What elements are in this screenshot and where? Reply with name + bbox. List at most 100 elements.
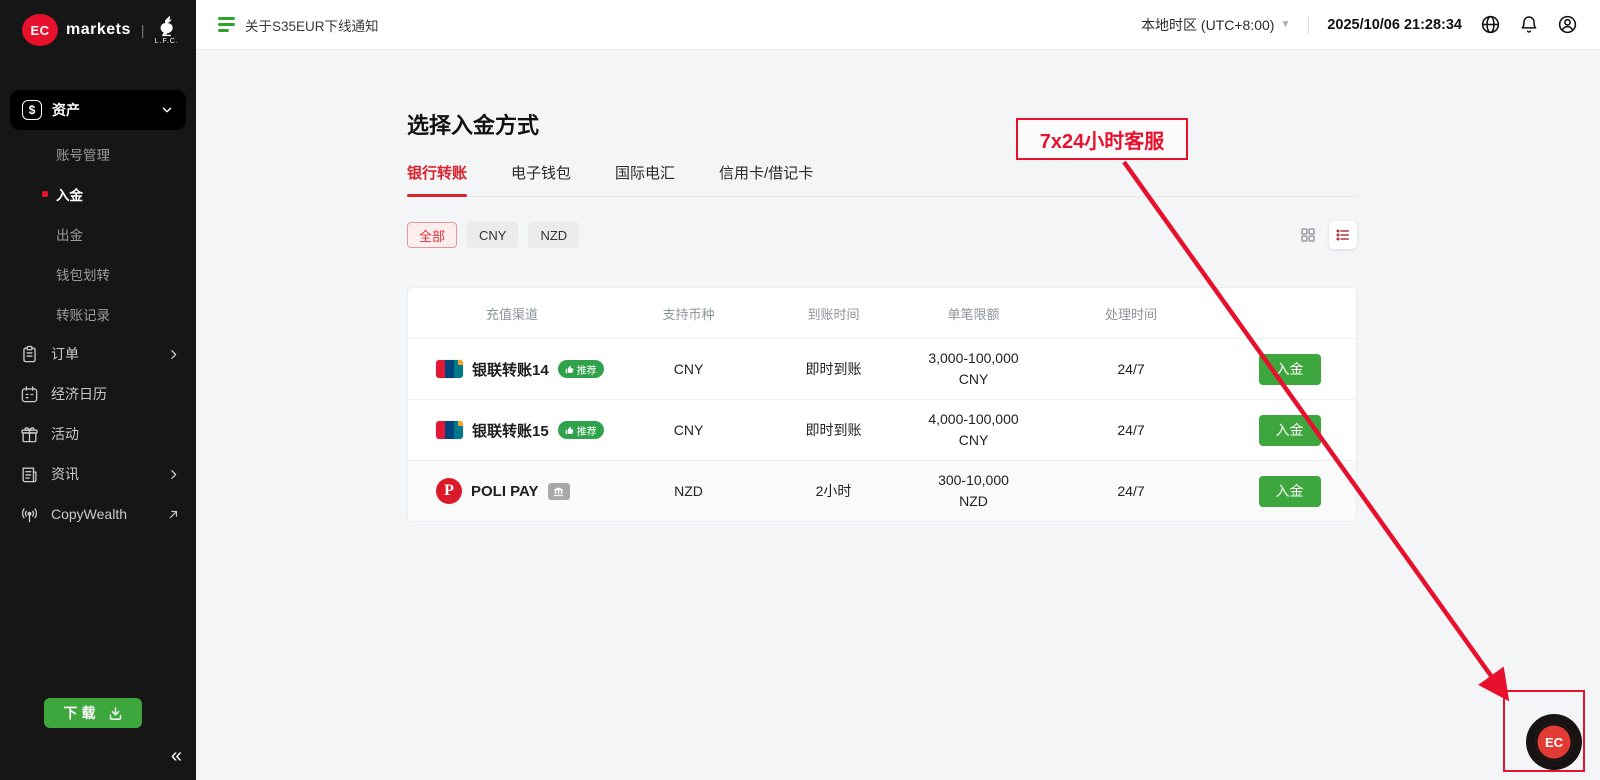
sidebar-item-label: 经济日历 xyxy=(51,384,180,404)
news-icon xyxy=(20,465,39,484)
list-view-icon[interactable] xyxy=(1329,221,1357,249)
sidebar-item-withdraw[interactable]: 出金 xyxy=(0,214,196,254)
bank-building-icon xyxy=(553,486,564,497)
sidebar-collapse-button[interactable]: « xyxy=(171,746,182,766)
limit-cell: 3,000-100,000 CNY xyxy=(906,348,1041,390)
limit-cell: 300-10,000 NZD xyxy=(906,470,1041,512)
channel-name: 银联转账15 xyxy=(472,420,549,441)
hours-cell: 24/7 xyxy=(1041,483,1221,499)
deposit-button[interactable]: 入金 xyxy=(1259,476,1321,507)
recommend-badge: 推荐 xyxy=(558,360,604,378)
assets-dollar-icon: $ xyxy=(22,100,42,120)
account-user-icon[interactable] xyxy=(1557,14,1578,35)
filter-chip-cny[interactable]: CNY xyxy=(467,222,518,248)
currency-cell: CNY xyxy=(616,422,761,438)
announcement-lines-icon xyxy=(218,17,235,32)
limit-cell: 4,000-100,000 CNY xyxy=(906,409,1041,451)
sidebar-item-orders[interactable]: 订单 xyxy=(0,334,196,374)
topbar: 关于S35EUR下线通知 本地时区 (UTC+8:00) ▼ 2025/10/0… xyxy=(196,0,1600,50)
recommend-badge: 推荐 xyxy=(558,421,604,439)
grid-view-icon[interactable] xyxy=(1299,226,1317,244)
language-globe-icon[interactable] xyxy=(1480,14,1501,35)
table-row: P POLI PAY NZD 2小时 300-10,000 NZD 24/7 入… xyxy=(408,460,1356,521)
hours-cell: 24/7 xyxy=(1041,361,1221,377)
arrival-cell: 即时到账 xyxy=(761,359,906,379)
col-header-channel: 充值渠道 xyxy=(408,304,616,323)
sidebar-item-label: 订单 xyxy=(51,344,155,364)
channel-name: 银联转账14 xyxy=(472,359,549,380)
chevron-right-icon xyxy=(167,348,180,361)
sidebar-item-label: 资讯 xyxy=(51,464,155,484)
sidebar-item-label: CopyWealth xyxy=(51,506,155,522)
badge-label: 推荐 xyxy=(577,362,597,377)
badge-label: 推荐 xyxy=(577,423,597,438)
tab-credit-debit-card[interactable]: 信用卡/借记卡 xyxy=(719,162,813,196)
filter-chip-nzd[interactable]: NZD xyxy=(528,222,579,248)
brand-name: markets xyxy=(66,21,131,39)
sidebar-item-label: 活动 xyxy=(51,424,180,444)
chevron-down-icon xyxy=(160,103,174,117)
deposit-button[interactable]: 入金 xyxy=(1259,354,1321,385)
chat-annotation-box: EC xyxy=(1503,690,1585,772)
sidebar-item-news[interactable]: 资讯 xyxy=(0,454,196,494)
sidebar-item-transfer-record[interactable]: 转账记录 xyxy=(0,294,196,334)
calendar-icon xyxy=(20,385,39,404)
sidebar: EC markets | L.F.C. $ 资产 账号管理 入金 出金 xyxy=(0,0,196,780)
unionpay-logo-icon xyxy=(436,360,463,378)
hot-flag-icon xyxy=(458,360,463,365)
filter-chip-all[interactable]: 全部 xyxy=(407,222,457,248)
sidebar-item-copywealth[interactable]: CopyWealth xyxy=(0,494,196,534)
channel-cell: 银联转账14 推荐 xyxy=(408,359,616,380)
brand-divider: | xyxy=(141,22,145,38)
thumbs-up-icon xyxy=(565,365,574,374)
deposit-channels-table: 充值渠道 支持币种 到账时间 单笔限额 处理时间 银联转账14 推荐 CNY 即… xyxy=(407,287,1357,522)
active-dot-icon xyxy=(42,191,48,197)
download-button[interactable]: 下载 xyxy=(44,698,142,728)
download-icon xyxy=(108,706,123,721)
channel-cell: 银联转账15 推荐 xyxy=(408,420,616,441)
lfc-logo: L.F.C. xyxy=(155,15,179,45)
tab-international-wire[interactable]: 国际电汇 xyxy=(615,162,675,196)
sidebar-item-label: 入金 xyxy=(56,184,83,204)
chevron-right-icon xyxy=(167,468,180,481)
sidebar-item-assets[interactable]: $ 资产 xyxy=(10,90,186,130)
tab-bank-transfer[interactable]: 银行转账 xyxy=(407,162,467,196)
sidebar-item-wallet-transfer[interactable]: 钱包划转 xyxy=(0,254,196,294)
col-header-limit: 单笔限额 xyxy=(906,304,1041,323)
sidebar-item-account-management[interactable]: 账号管理 xyxy=(0,134,196,174)
sidebar-item-label: 出金 xyxy=(56,224,83,244)
deposit-method-tabs: 银行转账 电子钱包 国际电汇 信用卡/借记卡 xyxy=(407,162,1357,197)
sidebar-item-deposit[interactable]: 入金 xyxy=(0,174,196,214)
sidebar-item-economic-calendar[interactable]: 经济日历 xyxy=(0,374,196,414)
chat-support-button[interactable]: EC xyxy=(1526,714,1582,770)
arrival-cell: 即时到账 xyxy=(761,420,906,440)
tab-e-wallet[interactable]: 电子钱包 xyxy=(511,162,571,196)
currency-cell: CNY xyxy=(616,361,761,377)
announcement-text: 关于S35EUR下线通知 xyxy=(245,15,379,35)
sidebar-item-label: 资产 xyxy=(52,100,160,120)
clipboard-icon xyxy=(20,345,39,364)
broadcast-icon xyxy=(20,505,39,524)
table-row: 银联转账15 推荐 CNY 即时到账 4,000-100,000 CNY 24/… xyxy=(408,399,1356,460)
current-datetime: 2025/10/06 21:28:34 xyxy=(1327,17,1462,33)
sidebar-item-activities[interactable]: 活动 xyxy=(0,414,196,454)
gift-icon xyxy=(20,425,39,444)
lfc-label: L.F.C. xyxy=(155,38,179,45)
col-header-currency: 支持币种 xyxy=(616,304,761,323)
ec-logo-icon: EC xyxy=(22,14,58,46)
table-header-row: 充值渠道 支持币种 到账时间 单笔限额 处理时间 xyxy=(408,288,1356,338)
external-link-icon xyxy=(167,508,180,521)
timezone-selector[interactable]: 本地时区 (UTC+8:00) ▼ xyxy=(1141,15,1290,35)
chat-ec-logo-icon: EC xyxy=(1535,723,1573,761)
poli-pay-logo-icon: P xyxy=(436,478,462,504)
deposit-button[interactable]: 入金 xyxy=(1259,415,1321,446)
thumbs-up-icon xyxy=(565,426,574,435)
chevron-down-icon: ▼ xyxy=(1280,19,1290,30)
unionpay-logo-icon xyxy=(436,421,463,439)
channel-cell: P POLI PAY xyxy=(408,478,616,504)
channel-name: POLI PAY xyxy=(471,483,539,500)
col-header-arrival-time: 到账时间 xyxy=(761,304,906,323)
announcement-banner[interactable]: 关于S35EUR下线通知 xyxy=(218,15,379,35)
notifications-bell-icon[interactable] xyxy=(1519,14,1539,35)
download-label: 下载 xyxy=(64,703,100,723)
